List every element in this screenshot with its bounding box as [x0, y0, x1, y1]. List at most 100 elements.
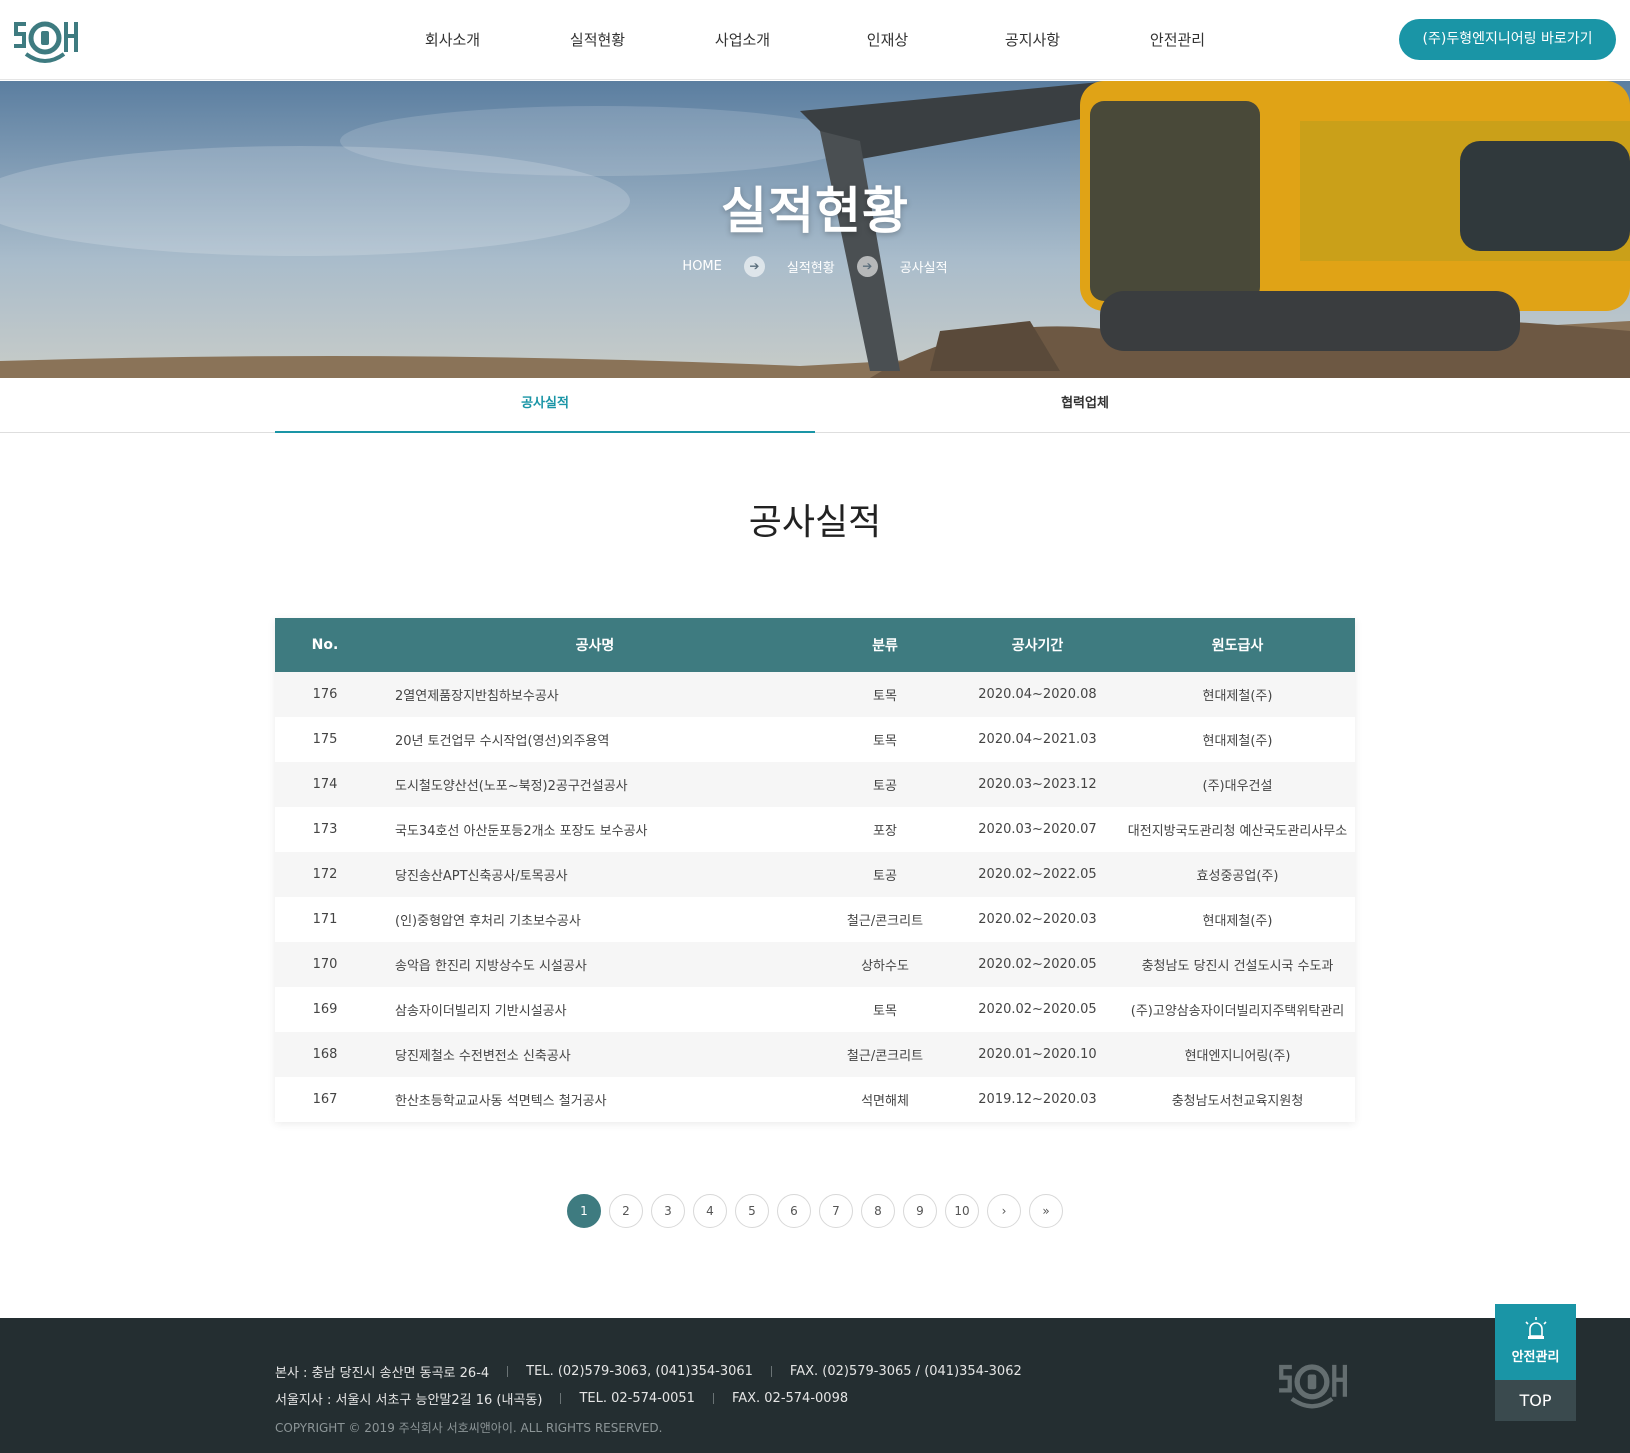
row-project-name[interactable]: 국도34호선 아산둔포등2개소 포장도 보수공사 — [375, 807, 815, 852]
row-no: 175 — [312, 732, 338, 747]
row-period: 2020.02~2020.03 — [978, 912, 1097, 927]
row-period: 2020.03~2023.12 — [978, 777, 1097, 792]
nav-item-company[interactable]: 회사소개 — [380, 0, 525, 80]
tab-partners[interactable]: 협력업체 — [815, 378, 1355, 433]
table-row[interactable]: 170 송악읍 한진리 지방상수도 시설공사 상하수도 2020.02~2020… — [275, 942, 1355, 987]
copyright-text: COPYRIGHT © 2019 주식회사 서호씨앤아이. ALL RIGHTS… — [275, 1421, 663, 1435]
breadcrumb: HOME ➔ 실적현황 ➔ 공사실적 — [0, 256, 1630, 277]
seoho-logo[interactable] — [12, 14, 78, 66]
table-row[interactable]: 168 당진제철소 수전변전소 신축공사 철근/콘크리트 2020.01~202… — [275, 1032, 1355, 1077]
hero-banner: 실적현황 HOME ➔ 실적현황 ➔ 공사실적 — [0, 81, 1630, 378]
table-row[interactable]: 167 한산초등학교교사동 석면텍스 철거공사 석면해체 2019.12~202… — [275, 1077, 1355, 1122]
row-project-name[interactable]: 송악읍 한진리 지방상수도 시설공사 — [375, 942, 815, 987]
row-period: 2020.02~2022.05 — [978, 867, 1097, 882]
row-contractor: 현대제철(주) — [1202, 734, 1273, 749]
nav-item-performance[interactable]: 실적현황 — [525, 0, 670, 80]
row-project-name[interactable]: 삼송자이더빌리지 기반시설공사 — [375, 987, 815, 1032]
site-header: 회사소개 실적현황 사업소개 인재상 공지사항 안전관리 (주)두형엔지니어링 … — [0, 0, 1630, 80]
row-no: 171 — [312, 912, 338, 927]
page-button-2[interactable]: 2 — [609, 1194, 643, 1228]
row-contractor: 충청남도 당진시 건설도시국 수도과 — [1141, 959, 1334, 974]
footer-hq-tel: TEL. (02)579-3063, (041)354-3061 — [526, 1364, 753, 1379]
page-button-1[interactable]: 1 — [567, 1194, 601, 1228]
breadcrumb-home[interactable]: HOME — [672, 259, 731, 274]
row-category: 토목 — [873, 689, 897, 704]
page-button-8[interactable]: 8 — [861, 1194, 895, 1228]
page-button-6[interactable]: 6 — [777, 1194, 811, 1228]
nav-item-talent[interactable]: 인재상 — [815, 0, 960, 80]
row-project-name[interactable]: 20년 토건업무 수시작업(영선)외주용역 — [375, 717, 815, 762]
row-contractor: 대전지방국도관리청 예산국도관리사무소 — [1127, 824, 1348, 839]
column-header-project: 공사명 — [575, 638, 615, 654]
row-period: 2019.12~2020.03 — [978, 1092, 1097, 1107]
row-contractor: 효성중공업(주) — [1196, 869, 1279, 884]
results-table: No. 공사명 분류 공사기간 원도급사 176 2열연제품장지반침하보수공사 … — [275, 618, 1355, 1122]
tab-construction-results[interactable]: 공사실적 — [275, 378, 815, 433]
table-row[interactable]: 171 (인)중형압연 후처리 기초보수공사 철근/콘크리트 2020.02~2… — [275, 897, 1355, 942]
column-header-contractor: 원도급사 — [1211, 638, 1264, 654]
row-category: 토공 — [873, 869, 897, 884]
table-row[interactable]: 175 20년 토건업무 수시작업(영선)외주용역 토목 2020.04~202… — [275, 717, 1355, 762]
breadcrumb-current[interactable]: 공사실적 — [890, 257, 958, 276]
table-row[interactable]: 174 도시철도양산선(노포~북정)2공구건설공사 토공 2020.03~202… — [275, 762, 1355, 807]
page-title: 실적현황 — [721, 182, 909, 240]
nav-item-safety[interactable]: 안전관리 — [1105, 0, 1250, 80]
next-page-icon[interactable]: › — [987, 1194, 1021, 1228]
last-page-icon[interactable]: » — [1029, 1194, 1063, 1228]
breadcrumb-performance[interactable]: 실적현황 — [777, 257, 845, 276]
footer-hq-address: 본사 : 충남 당진시 송산면 동곡로 26-4 — [275, 1366, 490, 1381]
footer-seoul-fax: FAX. 02-574-0098 — [731, 1391, 849, 1406]
page-button-5[interactable]: 5 — [735, 1194, 769, 1228]
row-category: 상하수도 — [861, 959, 909, 974]
table-row[interactable]: 169 삼송자이더빌리지 기반시설공사 토목 2020.02~2020.05 (… — [275, 987, 1355, 1032]
row-no: 176 — [312, 687, 338, 702]
siren-icon — [1524, 1317, 1547, 1339]
row-project-name[interactable]: 도시철도양산선(노포~북정)2공구건설공사 — [375, 762, 815, 807]
column-header-category: 분류 — [872, 638, 898, 654]
row-period: 2020.04~2021.03 — [978, 732, 1097, 747]
footer-seoul-address: 서울지사 : 서울시 서초구 능안말2길 16 (내곡동) — [275, 1393, 543, 1408]
table-row[interactable]: 176 2열연제품장지반침하보수공사 토목 2020.04~2020.08 현대… — [275, 672, 1355, 717]
sub-tabs: 공사실적 협력업체 — [0, 378, 1630, 433]
row-project-name[interactable]: (인)중형압연 후처리 기초보수공사 — [375, 897, 815, 942]
column-header-no: No. — [311, 637, 339, 653]
pagination: 1 2 3 4 5 6 7 8 9 10 › » — [0, 1194, 1630, 1228]
main-nav: 회사소개 실적현황 사업소개 인재상 공지사항 안전관리 — [380, 0, 1250, 80]
row-project-name[interactable]: 당진제철소 수전변전소 신축공사 — [375, 1032, 815, 1077]
row-no: 174 — [312, 777, 338, 792]
row-no: 167 — [312, 1092, 338, 1107]
nav-item-notice[interactable]: 공지사항 — [960, 0, 1105, 80]
page-button-4[interactable]: 4 — [693, 1194, 727, 1228]
row-no: 172 — [312, 867, 338, 882]
table-row[interactable]: 173 국도34호선 아산둔포등2개소 포장도 보수공사 포장 2020.03~… — [275, 807, 1355, 852]
table-row[interactable]: 172 당진송산APT신축공사/토목공사 토공 2020.02~2022.05 … — [275, 852, 1355, 897]
row-project-name[interactable]: 당진송산APT신축공사/토목공사 — [375, 852, 815, 897]
row-project-name[interactable]: 2열연제품장지반침하보수공사 — [375, 672, 815, 717]
nav-item-business[interactable]: 사업소개 — [670, 0, 815, 80]
row-category: 철근/콘크리트 — [846, 1049, 924, 1064]
site-footer: 본사 : 충남 당진시 송산면 동곡로 26-4 TEL. (02)579-30… — [0, 1318, 1630, 1453]
scroll-top-button[interactable]: TOP — [1495, 1380, 1576, 1421]
footer-hq-fax: FAX. (02)579-3065 / (041)354-3062 — [789, 1364, 1022, 1379]
row-category: 석면해체 — [861, 1094, 909, 1109]
row-period: 2020.02~2020.05 — [978, 957, 1097, 972]
row-project-name[interactable]: 한산초등학교교사동 석면텍스 철거공사 — [375, 1077, 815, 1122]
row-no: 168 — [312, 1047, 338, 1062]
partner-site-button[interactable]: (주)두형엔지니어링 바로가기 — [1399, 19, 1616, 60]
page-button-9[interactable]: 9 — [903, 1194, 937, 1228]
section-title: 공사실적 — [748, 502, 882, 543]
footer-hq-info: 본사 : 충남 당진시 송산면 동곡로 26-4 TEL. (02)579-30… — [275, 1362, 1022, 1381]
floating-safety-label: 안전관리 — [1511, 1350, 1560, 1365]
page-button-7[interactable]: 7 — [819, 1194, 853, 1228]
row-category: 포장 — [873, 824, 897, 839]
seoho-footer-logo — [1279, 1364, 1347, 1409]
row-period: 2020.02~2020.05 — [978, 1002, 1097, 1017]
row-contractor: 현대엔지니어링(주) — [1184, 1049, 1291, 1064]
page-button-10[interactable]: 10 — [945, 1194, 979, 1228]
row-category: 토공 — [873, 779, 897, 794]
row-no: 169 — [312, 1002, 338, 1017]
floating-safety-button[interactable]: 안전관리 — [1495, 1304, 1576, 1380]
row-no: 173 — [312, 822, 338, 837]
row-period: 2020.03~2020.07 — [978, 822, 1097, 837]
page-button-3[interactable]: 3 — [651, 1194, 685, 1228]
